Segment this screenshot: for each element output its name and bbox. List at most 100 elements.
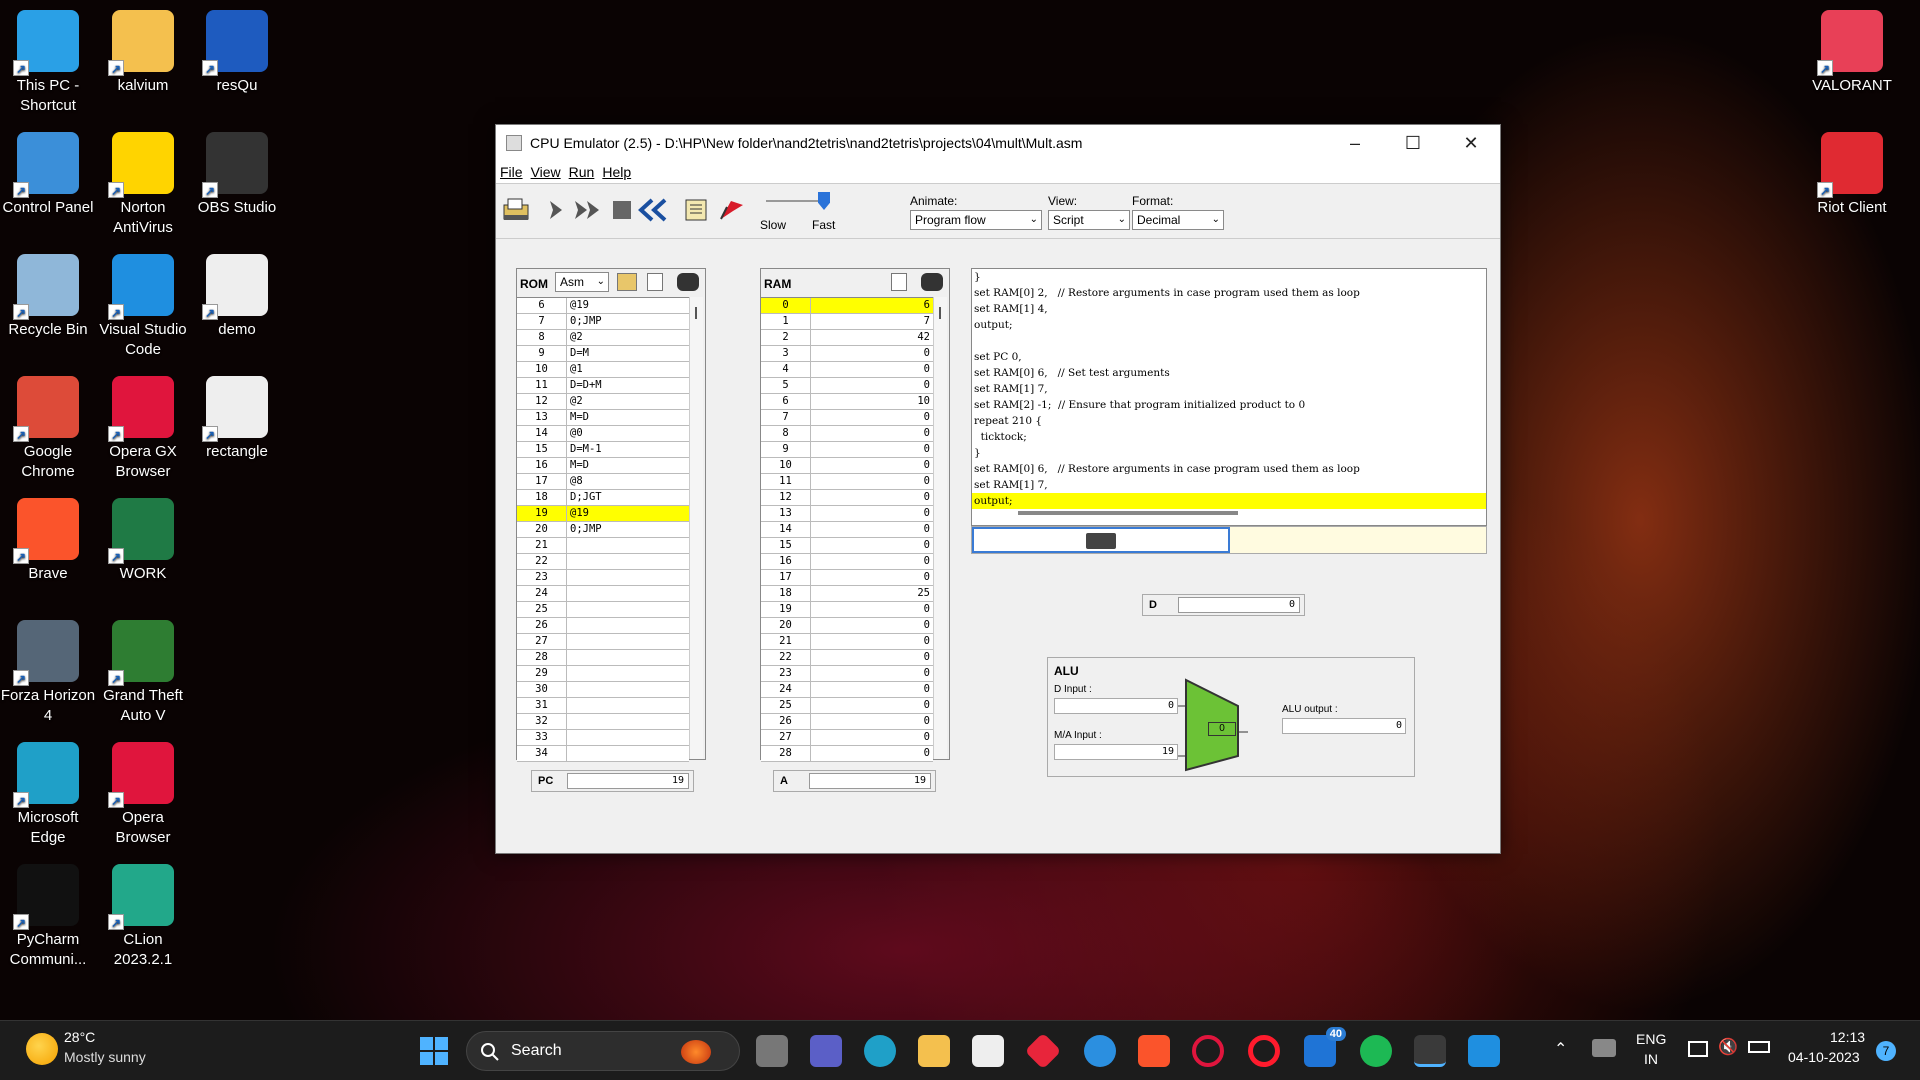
vscode-icon[interactable] <box>1468 1035 1500 1067</box>
weather-icon[interactable] <box>26 1033 58 1065</box>
network-icon[interactable] <box>1592 1039 1616 1057</box>
new-file-icon[interactable] <box>891 273 907 291</box>
menu-run[interactable]: Run <box>569 164 595 180</box>
stop-button[interactable] <box>606 194 638 226</box>
desktop-icon[interactable]: ↗ Google Chrome <box>0 376 96 482</box>
rom-row[interactable]: 20 0;JMP <box>517 522 689 538</box>
binoculars-icon[interactable] <box>677 273 699 291</box>
ram-row[interactable]: 16 0 <box>761 554 933 570</box>
clock-time[interactable]: 12:13 <box>1830 1029 1865 1045</box>
ram-row[interactable]: 27 0 <box>761 730 933 746</box>
breakpoint-button[interactable] <box>716 194 748 226</box>
script-button[interactable] <box>680 194 712 226</box>
minimize-button[interactable]: – <box>1326 125 1384 161</box>
ram-row[interactable]: 80 <box>761 426 933 442</box>
ram-row[interactable]: 11 0 <box>761 474 933 490</box>
rom-row[interactable]: 19 @19 <box>517 506 689 522</box>
show-hidden-icons[interactable]: ⌃ <box>1554 1039 1567 1059</box>
scroll-thumb[interactable] <box>1018 511 1238 515</box>
script-hscroll[interactable] <box>986 505 1466 519</box>
rom-row[interactable]: 22 <box>517 554 689 570</box>
ram-row[interactable]: 22 0 <box>761 650 933 666</box>
java-icon[interactable] <box>1414 1035 1446 1067</box>
ram-row[interactable]: 70 <box>761 410 933 426</box>
rom-row[interactable]: 31 <box>517 698 689 714</box>
a-value[interactable]: 19 <box>809 773 931 789</box>
ram-row[interactable]: 10 0 <box>761 458 933 474</box>
search-box[interactable]: Search <box>466 1031 740 1071</box>
task-view-icon[interactable] <box>756 1035 788 1067</box>
app-diamond-icon[interactable] <box>1024 1032 1062 1070</box>
desktop-icon[interactable]: ↗ Microsoft Edge <box>0 742 96 848</box>
rom-row[interactable]: 6 @19 <box>517 298 689 314</box>
ram-row[interactable]: 26 0 <box>761 714 933 730</box>
desktop-icon[interactable]: ↗ Norton AntiVirus <box>95 132 191 238</box>
teams-icon[interactable] <box>810 1035 842 1067</box>
rom-row[interactable]: 25 <box>517 602 689 618</box>
desktop-icon[interactable]: ↗ demo <box>189 254 285 340</box>
desktop-icon[interactable]: ↗ Brave <box>0 498 96 584</box>
desktop-icon[interactable]: ↗ Control Panel <box>0 132 96 218</box>
desktop-icon[interactable]: ↗ kalvium <box>95 10 191 96</box>
ram-row[interactable]: 50 <box>761 378 933 394</box>
close-button[interactable]: ✕ <box>1442 125 1500 161</box>
ram-row[interactable]: 23 0 <box>761 666 933 682</box>
ram-row[interactable]: 2 42 <box>761 330 933 346</box>
new-file-icon[interactable] <box>647 273 663 291</box>
rom-row[interactable]: 29 <box>517 666 689 682</box>
desktop-icon[interactable]: ↗ PyCharm Communi... <box>0 864 96 970</box>
desktop-icon[interactable]: ↗ CLion 2023.2.1 <box>95 864 191 970</box>
rom-row[interactable]: 7 0;JMP <box>517 314 689 330</box>
desktop-icon[interactable]: ↗ Opera Browser <box>95 742 191 848</box>
script-panel[interactable]: } set RAM[0] 2, // Restore arguments in c… <box>971 268 1487 526</box>
ram-scrollbar[interactable] <box>933 297 947 759</box>
rom-format-select[interactable]: Asm ⌄ <box>555 272 609 292</box>
start-button[interactable] <box>420 1037 448 1065</box>
scroll-thumb[interactable] <box>939 307 941 319</box>
ram-row[interactable]: 20 0 <box>761 618 933 634</box>
rom-scrollbar[interactable] <box>689 297 703 759</box>
opera-icon[interactable] <box>1248 1035 1280 1067</box>
script-input[interactable] <box>972 527 1230 553</box>
assistant-icon[interactable] <box>1084 1035 1116 1067</box>
title-bar[interactable]: CPU Emulator (2.5) - D:\HP\New folder\na… <box>496 125 1500 161</box>
rom-row[interactable]: 17 @8 <box>517 474 689 490</box>
rom-row[interactable]: 21 <box>517 538 689 554</box>
menu-file[interactable]: File <box>500 164 523 180</box>
ram-row[interactable]: 17 0 <box>761 570 933 586</box>
volume-muted-icon[interactable]: 🔇 <box>1718 1037 1738 1057</box>
single-step-button[interactable] <box>540 194 572 226</box>
menu-view[interactable]: View <box>531 164 561 180</box>
desktop-icon[interactable]: ↗ VALORANT <box>1804 10 1900 96</box>
rom-row[interactable]: 16 M=D <box>517 458 689 474</box>
store-icon[interactable] <box>972 1035 1004 1067</box>
brave-icon[interactable] <box>1138 1035 1170 1067</box>
file-explorer-icon[interactable] <box>918 1035 950 1067</box>
ram-row[interactable]: 25 0 <box>761 698 933 714</box>
ram-row[interactable]: 30 <box>761 346 933 362</box>
ram-row[interactable]: 13 0 <box>761 506 933 522</box>
lang-1[interactable]: ENG <box>1636 1031 1666 1047</box>
rom-row[interactable]: 11 D=D+M <box>517 378 689 394</box>
edge-icon[interactable] <box>864 1035 896 1067</box>
animate-select[interactable]: Program flow ⌄ <box>910 210 1042 230</box>
desktop-icon[interactable]: ↗ Recycle Bin <box>0 254 96 340</box>
ram-row[interactable]: 90 <box>761 442 933 458</box>
desktop-icon[interactable]: ↗ OBS Studio <box>189 132 285 218</box>
binoculars-icon[interactable] <box>921 273 943 291</box>
ram-row[interactable]: 17 <box>761 314 933 330</box>
ram-row[interactable]: 40 <box>761 362 933 378</box>
ram-row[interactable]: 24 0 <box>761 682 933 698</box>
battery-icon[interactable] <box>1748 1041 1770 1053</box>
reset-button[interactable] <box>638 194 670 226</box>
rom-row[interactable]: 32 <box>517 714 689 730</box>
open-folder-icon[interactable] <box>617 273 637 291</box>
rom-row[interactable]: 34 <box>517 746 689 762</box>
rom-row[interactable]: 15 D=M-1 <box>517 442 689 458</box>
load-program-button[interactable] <box>500 194 532 226</box>
desktop-icon[interactable]: ↗ Forza Horizon 4 <box>0 620 96 726</box>
desktop-icon[interactable]: ↗ Riot Client <box>1804 132 1900 218</box>
rom-row[interactable]: 24 <box>517 586 689 602</box>
desktop-icon[interactable]: ↗ WORK <box>95 498 191 584</box>
menu-help[interactable]: Help <box>602 164 631 180</box>
